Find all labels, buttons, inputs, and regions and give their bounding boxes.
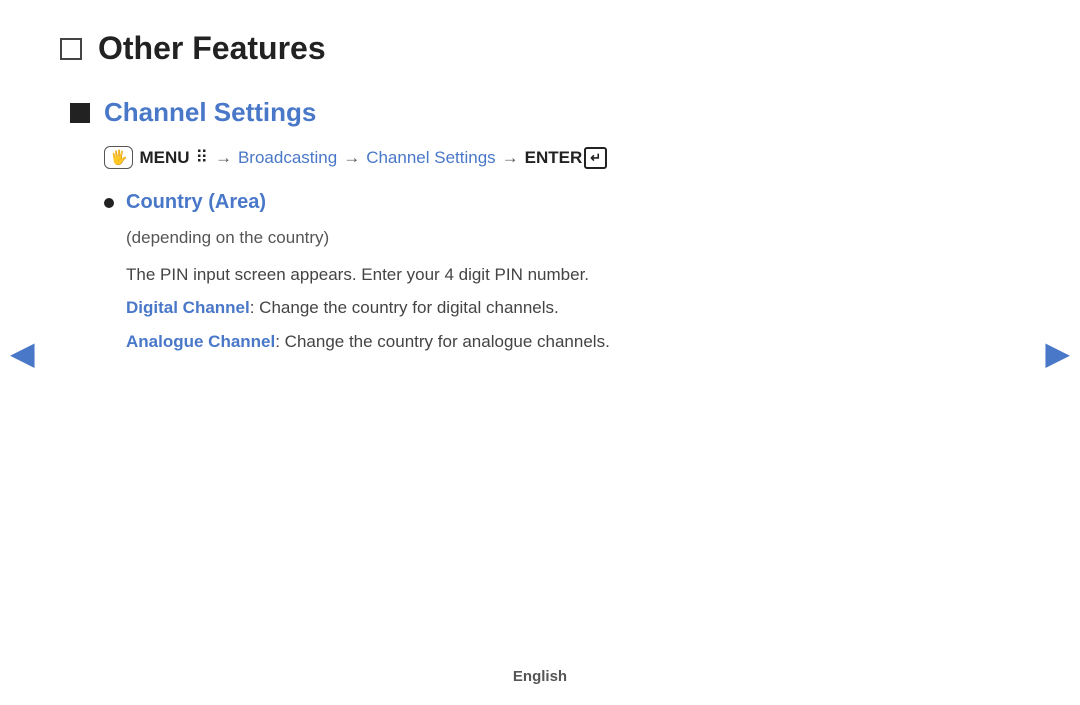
digital-channel-link[interactable]: Digital Channel: [126, 298, 250, 317]
section-title: Channel Settings: [104, 97, 316, 128]
analogue-channel-link[interactable]: Analogue Channel: [126, 332, 275, 351]
enter-text: ENTER: [525, 148, 583, 168]
bullet-item-country: Country (Area): [104, 191, 1000, 214]
nav-arrow-left[interactable]: ◀: [10, 334, 35, 372]
header-checkbox-icon: [60, 38, 82, 60]
enter-label: ENTER↵: [525, 147, 608, 169]
menu-hand-icon: 🖐: [110, 149, 127, 166]
desc-digital: Digital Channel: Change the country for …: [126, 294, 1000, 321]
section-icon: [70, 103, 90, 123]
page-container: Other Features Channel Settings 🖐 MENU ⠿…: [0, 0, 1080, 705]
sub-content: (depending on the country) The PIN input…: [126, 224, 1000, 355]
digital-channel-desc: : Change the country for digital channel…: [250, 298, 559, 317]
desc-muted: (depending on the country): [126, 224, 1000, 251]
desc-analogue: Analogue Channel: Change the country for…: [126, 328, 1000, 355]
nav-arrow-right[interactable]: ▶: [1045, 334, 1070, 372]
menu-icon-box: 🖐: [104, 146, 133, 169]
enter-icon: ↵: [584, 147, 607, 169]
menu-bars-label: ⠿: [196, 148, 209, 168]
channel-settings-link[interactable]: Channel Settings: [366, 148, 495, 168]
desc-pin: The PIN input screen appears. Enter your…: [126, 261, 1000, 288]
arrow-2: →: [343, 148, 360, 168]
bullet-title: Country (Area): [126, 191, 266, 214]
menu-label: MENU: [139, 148, 189, 168]
content-area: Country (Area) (depending on the country…: [104, 191, 1000, 355]
analogue-channel-desc: : Change the country for analogue channe…: [275, 332, 610, 351]
bullet-dot: [104, 198, 114, 208]
arrow-1: →: [215, 148, 232, 168]
section-channel-settings: Channel Settings 🖐 MENU ⠿ → Broadcasting…: [70, 97, 1000, 355]
broadcasting-link[interactable]: Broadcasting: [238, 148, 337, 168]
section-header: Channel Settings: [70, 97, 1000, 128]
page-title: Other Features: [98, 30, 326, 67]
menu-path: 🖐 MENU ⠿ → Broadcasting → Channel Settin…: [104, 146, 1000, 169]
page-header: Other Features: [60, 20, 1000, 67]
arrow-3: →: [502, 148, 519, 168]
page-footer-language: English: [513, 668, 567, 685]
